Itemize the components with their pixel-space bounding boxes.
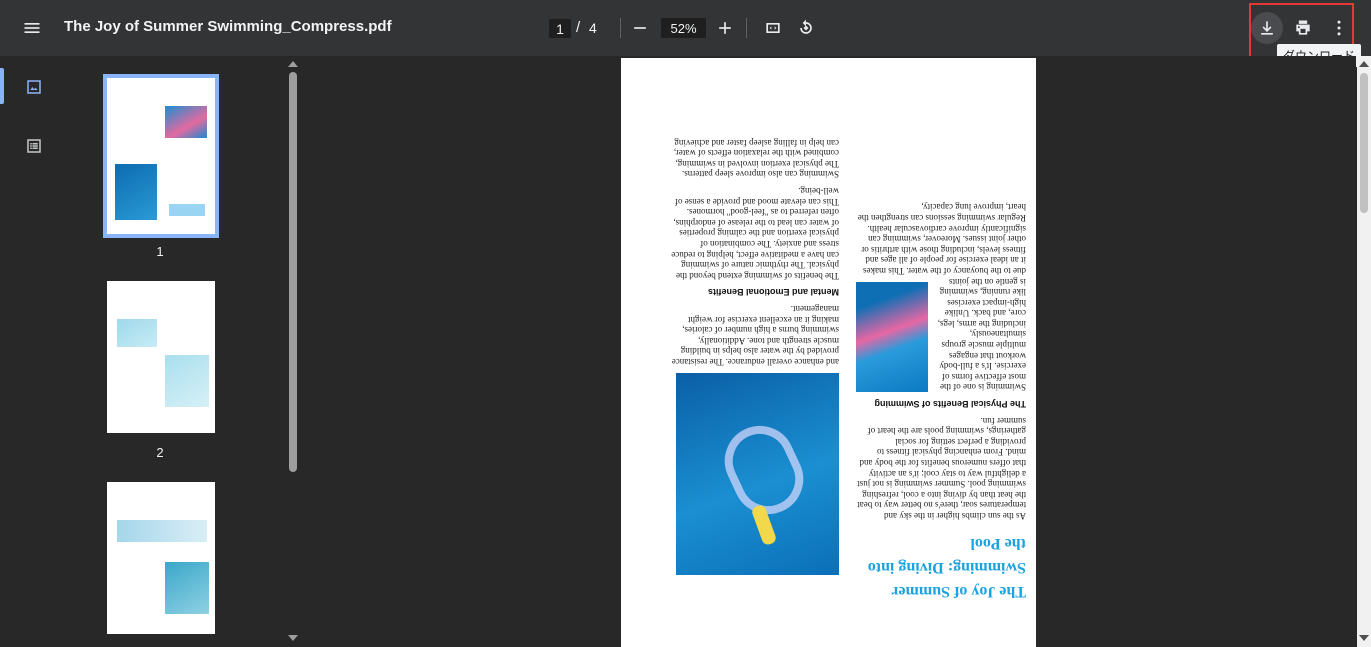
scroll-down-arrow[interactable]	[288, 635, 298, 641]
pool-float-image	[856, 282, 928, 393]
pdf-mental-paragraph-1: The benefits of swimming extend beyond t…	[671, 186, 839, 281]
list-icon	[27, 139, 41, 153]
pdf-title: The Joy of Summer Swimming: Diving into …	[867, 535, 1026, 600]
thumbnail-image	[165, 106, 207, 138]
thumbnails-tab[interactable]	[23, 76, 45, 98]
thumbnail-page-1[interactable]	[103, 74, 219, 238]
document-viewer[interactable]: The Joy of Summer Swimming: Diving into …	[300, 56, 1356, 647]
more-options-button[interactable]	[1323, 12, 1355, 44]
thumbnail-page-2[interactable]	[107, 281, 215, 433]
pdf-page-content-rotated: The Joy of Summer Swimming: Diving into …	[621, 58, 1036, 647]
thumbnail-image	[165, 562, 209, 614]
image-icon	[27, 80, 41, 94]
page-number-input[interactable]	[549, 19, 571, 38]
minus-icon	[634, 27, 646, 29]
plus-icon	[719, 22, 731, 34]
thumbnail-image	[117, 319, 157, 347]
zoom-input[interactable]	[661, 18, 706, 38]
more-vert-icon	[1337, 20, 1341, 36]
pdf-mental-paragraph-2: Swimming can also improve sleep patterns…	[673, 137, 839, 180]
pdf-column-right: and enhance overall endurance. The resis…	[671, 131, 839, 575]
total-pages: 4	[589, 20, 597, 36]
menu-icon	[24, 23, 40, 33]
toolbar-divider	[746, 18, 747, 38]
pdf-column-left: The Joy of Summer Swimming: Diving into …	[856, 196, 1026, 603]
thumbnail-label: 1	[156, 244, 164, 259]
thumbnail-image	[165, 355, 209, 407]
thumbnail-image	[115, 164, 157, 220]
thumbnail-scrollbar-thumb[interactable]	[289, 72, 297, 472]
thumbnail-title-block	[169, 204, 205, 216]
pdf-intro: As the sun climbs higher in the sky and …	[857, 415, 1026, 521]
pdf-col2-paragraph: and enhance overall endurance. The resis…	[671, 304, 839, 367]
swimmer-image	[676, 373, 839, 575]
pdf-page-1: The Joy of Summer Swimming: Diving into …	[621, 58, 1036, 647]
rotate-button[interactable]	[790, 12, 822, 44]
thumbnail-label: 2	[156, 445, 164, 460]
thumbnail-page-3[interactable]	[107, 482, 215, 634]
toolbar: The Joy of Summer Swimming_Compress.pdf …	[0, 0, 1371, 56]
document-title: The Joy of Summer Swimming_Compress.pdf	[64, 18, 392, 35]
fit-to-page-button[interactable]	[757, 12, 789, 44]
print-button[interactable]	[1287, 12, 1319, 44]
viewer-scroll-up-arrow[interactable]	[1359, 61, 1369, 67]
pdf-heading-physical: The Physical Benefits of Swimming	[874, 399, 1026, 410]
thumbnail-panel: 1 2	[66, 56, 286, 647]
nav-selected-indicator	[0, 68, 4, 104]
viewer-scrollbar-thumb[interactable]	[1360, 73, 1368, 213]
download-button[interactable]	[1251, 12, 1283, 44]
menu-button[interactable]	[16, 12, 48, 44]
zoom-in-button[interactable]	[709, 12, 741, 44]
page-separator: /	[576, 19, 581, 36]
viewer-scroll-down-arrow[interactable]	[1359, 635, 1369, 641]
rotate-icon	[800, 19, 812, 34]
pdf-heading-mental: Mental and Emotional Benefits	[707, 287, 839, 298]
scroll-up-arrow[interactable]	[288, 61, 298, 67]
sidebar-nav	[0, 56, 66, 647]
fit-page-icon	[766, 23, 780, 33]
zoom-out-button[interactable]	[624, 12, 656, 44]
thumbnail-image	[117, 520, 207, 542]
toolbar-divider	[620, 18, 621, 38]
outline-tab[interactable]	[23, 135, 45, 157]
download-icon	[1261, 21, 1273, 35]
printer-icon	[1296, 20, 1310, 35]
